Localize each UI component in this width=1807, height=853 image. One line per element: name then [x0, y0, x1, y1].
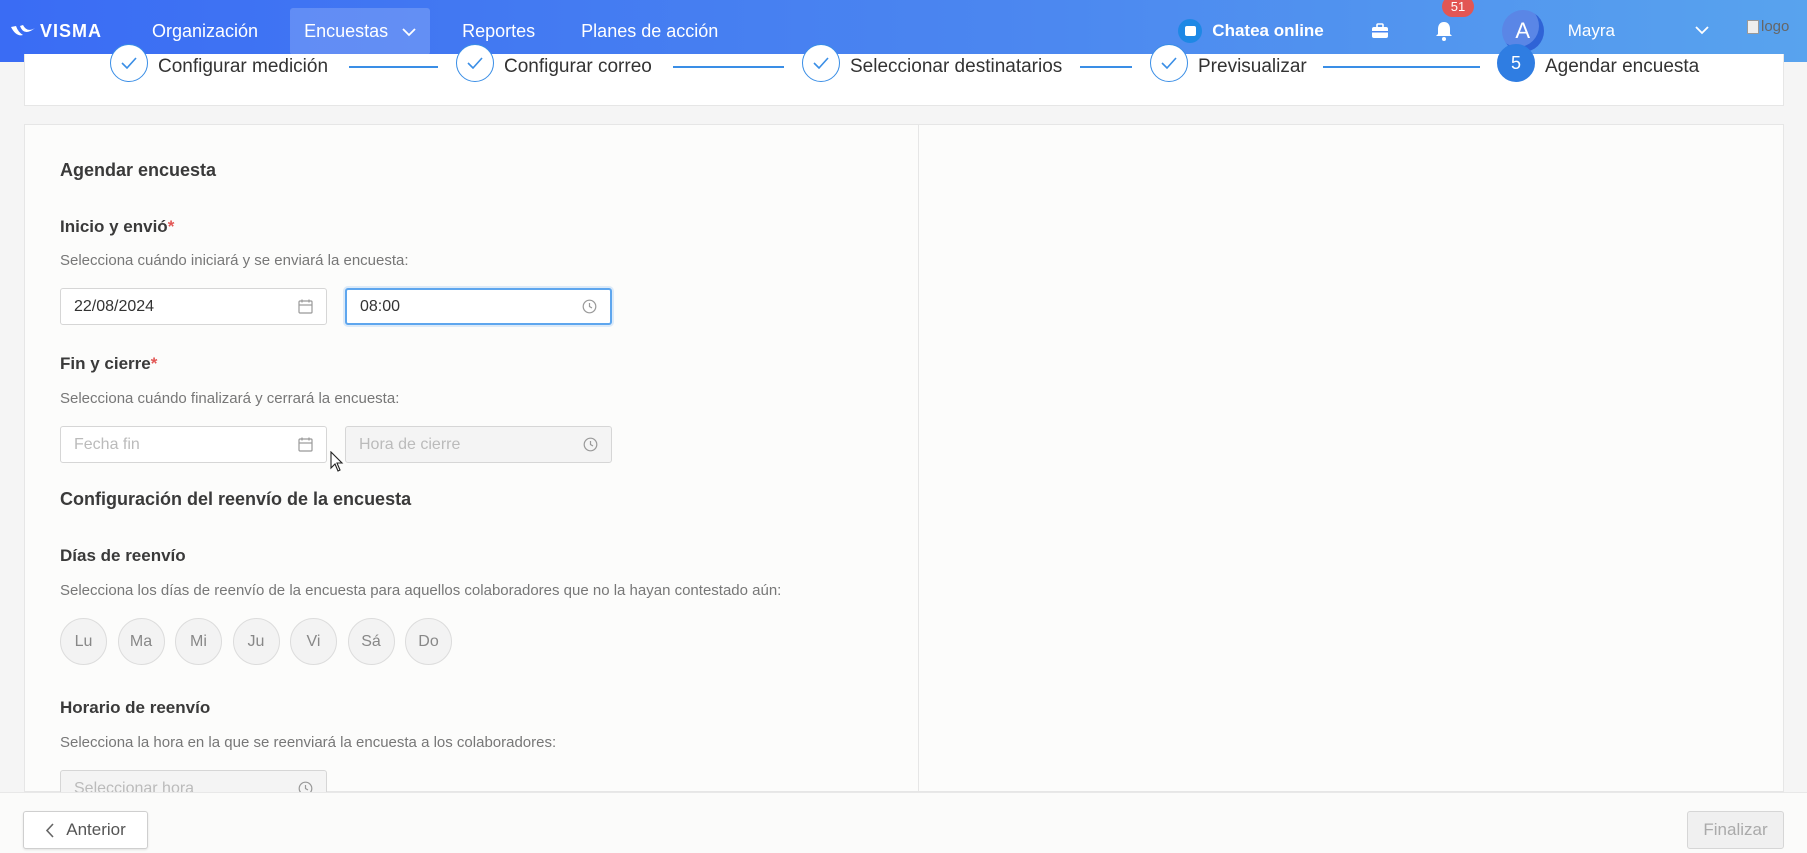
company-logo: logo [1747, 18, 1799, 44]
end-time-input[interactable]: Hora de cierre [345, 426, 612, 463]
visma-logo[interactable]: VISMA [10, 21, 130, 42]
check-icon [110, 44, 148, 82]
avatar-initial: A [1515, 18, 1531, 43]
step-agendar-encuesta[interactable]: 5 Agendar encuesta [1497, 44, 1700, 82]
user-name[interactable]: Mayra [1568, 21, 1615, 41]
clock-icon [583, 437, 598, 452]
start-label: Inicio y envió* [60, 217, 174, 237]
required-mark: * [167, 217, 175, 236]
bell-icon [1435, 22, 1452, 41]
wizard-footer: Anterior Finalizar [0, 792, 1807, 853]
calendar-icon [298, 437, 313, 452]
end-date-placeholder: Fecha fin [74, 435, 140, 453]
nav-label: Encuestas [304, 20, 389, 41]
top-navbar: VISMA Organización Encuestas Reportes Pl… [0, 0, 1807, 62]
end-description: Selecciona cuándo finalizará y cerrará l… [60, 390, 400, 407]
start-time-input[interactable]: 08:00 [345, 288, 612, 325]
finish-button[interactable]: Finalizar [1687, 811, 1784, 849]
topnav-right: Chatea online 51 A Mayra logo [1178, 0, 1807, 62]
step-connector [1323, 66, 1480, 68]
start-date-input[interactable]: 22/08/2024 [60, 288, 327, 325]
check-icon [1150, 44, 1188, 82]
step-seleccionar-destinatarios[interactable]: Seleccionar destinatarios [802, 44, 1063, 82]
step-previsualizar[interactable]: Previsualizar [1150, 44, 1307, 82]
day-toggle-ju[interactable]: Ju [232, 618, 280, 665]
day-toggle-ma[interactable]: Ma [117, 618, 165, 665]
nav-item-organizacion[interactable]: Organización [138, 8, 272, 55]
panel-divider [918, 124, 919, 792]
chevron-left-icon [45, 822, 54, 838]
day-toggle-mi[interactable]: Mi [175, 618, 222, 665]
step-number: 5 [1497, 44, 1535, 82]
nav-label: Reportes [462, 20, 536, 41]
brand-text: VISMA [40, 20, 103, 41]
required-mark: * [150, 354, 158, 373]
chat-label: Chatea online [1212, 21, 1324, 40]
step-label: Seleccionar destinatarios [850, 56, 1063, 77]
resend-section-title: Configuración del reenvío de la encuesta [60, 489, 412, 509]
nav-label: Planes de acción [581, 20, 719, 41]
nav-item-planes-de-accion[interactable]: Planes de acción [567, 8, 732, 55]
step-connector [1080, 66, 1132, 68]
step-configurar-correo[interactable]: Configurar correo [456, 44, 652, 82]
chat-icon [1178, 19, 1203, 43]
start-time-value: 08:00 [360, 297, 401, 315]
chevron-down-icon [402, 21, 416, 42]
start-date-value: 22/08/2024 [74, 297, 155, 315]
user-menu-chevron-icon[interactable] [1695, 22, 1709, 40]
step-label: Previsualizar [1198, 56, 1307, 77]
previous-button[interactable]: Anterior [23, 811, 148, 849]
notifications-button[interactable]: 51 [1432, 0, 1475, 43]
briefcase-icon [1371, 23, 1388, 38]
step-label: Configurar medición [158, 56, 329, 77]
day-toggle-lu[interactable]: Lu [60, 618, 107, 665]
step-connector [673, 66, 784, 68]
nav-label: Organización [152, 20, 259, 41]
check-icon [802, 44, 840, 82]
notification-badge: 51 [1441, 0, 1475, 17]
day-toggle-sa[interactable]: Sá [347, 618, 395, 665]
logo-alt-text: logo [1761, 18, 1790, 35]
end-label-text: Fin y cierre [60, 354, 151, 373]
step-connector [349, 66, 438, 68]
mouse-cursor-icon [330, 451, 344, 472]
resend-days-description: Selecciona los días de reenvío de la enc… [60, 582, 782, 599]
resend-time-label: Horario de reenvío [60, 698, 211, 717]
clock-icon [582, 299, 597, 314]
step-label: Agendar encuesta [1545, 56, 1700, 77]
step-label: Configurar correo [504, 56, 652, 77]
resend-days-label: Días de reenvío [60, 546, 186, 565]
check-icon [456, 44, 494, 82]
start-label-text: Inicio y envió [60, 217, 168, 236]
visma-mark-icon [11, 25, 35, 36]
start-description: Selecciona cuándo iniciará y se enviará … [60, 252, 409, 269]
form-title: Agendar encuesta [60, 160, 217, 180]
day-toggle-vi[interactable]: Vi [290, 618, 337, 665]
step-configurar-medicion[interactable]: Configurar medición [110, 44, 329, 82]
nav-item-encuestas[interactable]: Encuestas [290, 7, 431, 55]
resend-days-selector: Lu Ma Mi Ju Vi Sá Do [60, 618, 463, 665]
end-date-input[interactable]: Fecha fin [60, 426, 327, 463]
end-time-placeholder: Hora de cierre [359, 435, 461, 453]
previous-label: Anterior [66, 820, 126, 839]
end-label: Fin y cierre* [60, 354, 157, 374]
broken-image-icon [1747, 20, 1759, 34]
calendar-icon [298, 299, 313, 314]
resend-time-description: Selecciona la hora en la que se reenviar… [60, 734, 557, 751]
day-toggle-do[interactable]: Do [405, 618, 452, 665]
briefcase-button[interactable] [1368, 19, 1392, 43]
chat-online-button[interactable]: Chatea online [1178, 19, 1324, 43]
main-nav: Organización Encuestas Reportes Planes d… [138, 0, 750, 62]
